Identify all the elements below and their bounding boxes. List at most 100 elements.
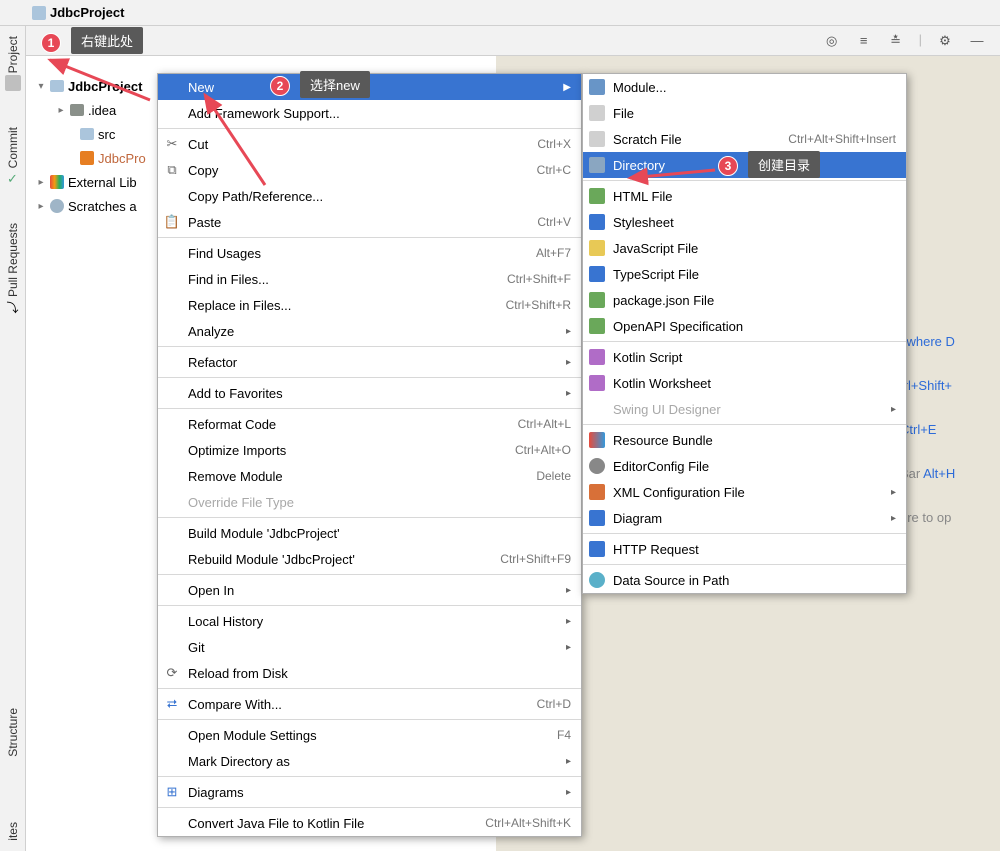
new-stylesheet[interactable]: Stylesheet (583, 209, 906, 235)
menu-diagrams-label: Diagrams (188, 785, 244, 800)
new-kotlin-script[interactable]: Kotlin Script (583, 344, 906, 370)
menu-reload-disk[interactable]: ⟳ Reload from Disk (158, 660, 581, 686)
menu-git[interactable]: Git ▸ (158, 634, 581, 660)
chevron-right-icon: ▶ (563, 82, 571, 93)
chevron-right-icon[interactable]: ▸ (36, 201, 46, 212)
rail-commit-group[interactable]: Commit ✓ (6, 121, 20, 186)
menu-copy[interactable]: ⧉ Copy Ctrl+C (158, 157, 581, 183)
folder-icon (80, 128, 94, 140)
shortcut: Ctrl+D (537, 697, 571, 711)
shortcut: Ctrl+Alt+Shift+K (485, 816, 571, 830)
separator (158, 408, 581, 409)
breadcrumb-bar: JdbcProject (0, 0, 1000, 26)
breadcrumb-title[interactable]: JdbcProject (50, 5, 124, 20)
rail-pull-group[interactable]: Pull Requests ⤵ (6, 217, 20, 316)
menu-reformat[interactable]: Reformat Code Ctrl+Alt+L (158, 411, 581, 437)
new-package-json[interactable]: package.json File (583, 287, 906, 313)
menu-replace-in-files[interactable]: Replace in Files... Ctrl+Shift+R (158, 292, 581, 318)
menu-convert-kotlin[interactable]: Convert Java File to Kotlin File Ctrl+Al… (158, 810, 581, 836)
menu-optimize-imports[interactable]: Optimize Imports Ctrl+Alt+O (158, 437, 581, 463)
new-editorconfig[interactable]: EditorConfig File (583, 453, 906, 479)
separator (158, 776, 581, 777)
separator (583, 564, 906, 565)
menu-open-in[interactable]: Open In ▸ (158, 577, 581, 603)
copy-icon: ⧉ (164, 162, 180, 178)
context-menu-new: Module... File Scratch File Ctrl+Alt+Shi… (582, 73, 907, 594)
menu-diagrams[interactable]: ⊞ Diagrams ▸ (158, 779, 581, 805)
new-ts-label: TypeScript File (613, 267, 699, 282)
separator (158, 377, 581, 378)
chevron-right-icon[interactable]: ▸ (56, 105, 66, 116)
rail-structure-group[interactable]: Structure (6, 702, 20, 757)
rail-favorites-fragment[interactable]: ites (6, 822, 20, 841)
menu-local-history[interactable]: Local History ▸ (158, 608, 581, 634)
new-directory[interactable]: Directory (583, 152, 906, 178)
chevron-right-icon: ▸ (891, 513, 896, 524)
new-kotlin-worksheet[interactable]: Kotlin Worksheet (583, 370, 906, 396)
menu-cut-shortcut: Ctrl+X (537, 137, 571, 151)
gear-icon[interactable]: ⚙ (936, 32, 954, 50)
new-pkg-label: package.json File (613, 293, 714, 308)
chevron-right-icon[interactable]: ▸ (36, 177, 46, 188)
check-icon: ✓ (7, 171, 18, 187)
new-openapi[interactable]: OpenAPI Specification (583, 313, 906, 339)
rail-project-group[interactable]: Project (5, 30, 21, 91)
new-xml-config[interactable]: XML Configuration File ▸ (583, 479, 906, 505)
menu-copy-shortcut: Ctrl+C (537, 163, 571, 177)
new-file[interactable]: File (583, 100, 906, 126)
separator (158, 346, 581, 347)
menu-find-usages[interactable]: Find Usages Alt+F7 (158, 240, 581, 266)
hint-ctrle: Ctrl+E (900, 408, 1000, 452)
target-icon[interactable]: ◎ (823, 32, 841, 50)
minimize-icon[interactable]: — (968, 32, 986, 50)
collapse-icon[interactable]: ≛ (887, 32, 905, 50)
new-html-file[interactable]: HTML File (583, 183, 906, 209)
menu-remove-module[interactable]: Remove Module Delete (158, 463, 581, 489)
new-bundle-label: Resource Bundle (613, 433, 713, 448)
kotlin-icon (589, 349, 605, 365)
new-module[interactable]: Module... (583, 74, 906, 100)
menu-convert-label: Convert Java File to Kotlin File (188, 816, 364, 831)
menu-mark-directory[interactable]: Mark Directory as ▸ (158, 748, 581, 774)
new-diagram[interactable]: Diagram ▸ (583, 505, 906, 531)
new-scratch-label: Scratch File (613, 132, 682, 147)
callout-1-text: 右键此处 (81, 31, 133, 50)
separator (583, 533, 906, 534)
chevron-down-icon[interactable]: ▾ (36, 81, 46, 92)
menu-remove-label: Remove Module (188, 469, 283, 484)
tree-extlib-label: External Lib (68, 175, 137, 190)
new-datasource-path[interactable]: Data Source in Path (583, 567, 906, 593)
toolbar-right: ◎ ≡ ≛ | ⚙ — (823, 32, 1000, 50)
menu-compare-with[interactable]: ⮂ Compare With... Ctrl+D (158, 691, 581, 717)
menu-copy-path[interactable]: Copy Path/Reference... (158, 183, 581, 209)
menu-open-module-settings[interactable]: Open Module Settings F4 (158, 722, 581, 748)
menu-add-favorites[interactable]: Add to Favorites ▸ (158, 380, 581, 406)
menu-paste[interactable]: 📋 Paste Ctrl+V (158, 209, 581, 235)
new-ts-file[interactable]: TypeScript File (583, 261, 906, 287)
menu-refactor[interactable]: Refactor ▸ (158, 349, 581, 375)
chevron-right-icon: ▸ (566, 642, 571, 653)
menu-find-in-files[interactable]: Find in Files... Ctrl+Shift+F (158, 266, 581, 292)
new-js-file[interactable]: JavaScript File (583, 235, 906, 261)
menu-rebuild-module[interactable]: Rebuild Module 'JdbcProject' Ctrl+Shift+… (158, 546, 581, 572)
new-swing-designer[interactable]: Swing UI Designer ▸ (583, 396, 906, 422)
new-directory-label: Directory (613, 158, 665, 173)
folder-icon (50, 80, 64, 92)
tree-src-label: src (98, 127, 115, 142)
reload-icon: ⟳ (164, 665, 180, 681)
menu-build-module[interactable]: Build Module 'JdbcProject' (158, 520, 581, 546)
menu-copy-path-label: Copy Path/Reference... (188, 189, 323, 204)
separator (158, 688, 581, 689)
new-scratch-file[interactable]: Scratch File Ctrl+Alt+Shift+Insert (583, 126, 906, 152)
separator (583, 341, 906, 342)
expand-icon[interactable]: ≡ (855, 32, 873, 50)
new-http-request[interactable]: HTTP Request (583, 536, 906, 562)
menu-add-fav-label: Add to Favorites (188, 386, 283, 401)
new-resource-bundle[interactable]: Resource Bundle (583, 427, 906, 453)
chevron-right-icon: ▸ (566, 787, 571, 798)
menu-add-framework[interactable]: Add Framework Support... (158, 100, 581, 126)
menu-cut[interactable]: ✂ Cut Ctrl+X (158, 131, 581, 157)
menu-analyze[interactable]: Analyze ▸ (158, 318, 581, 344)
menu-analyze-label: Analyze (188, 324, 234, 339)
separator (158, 517, 581, 518)
